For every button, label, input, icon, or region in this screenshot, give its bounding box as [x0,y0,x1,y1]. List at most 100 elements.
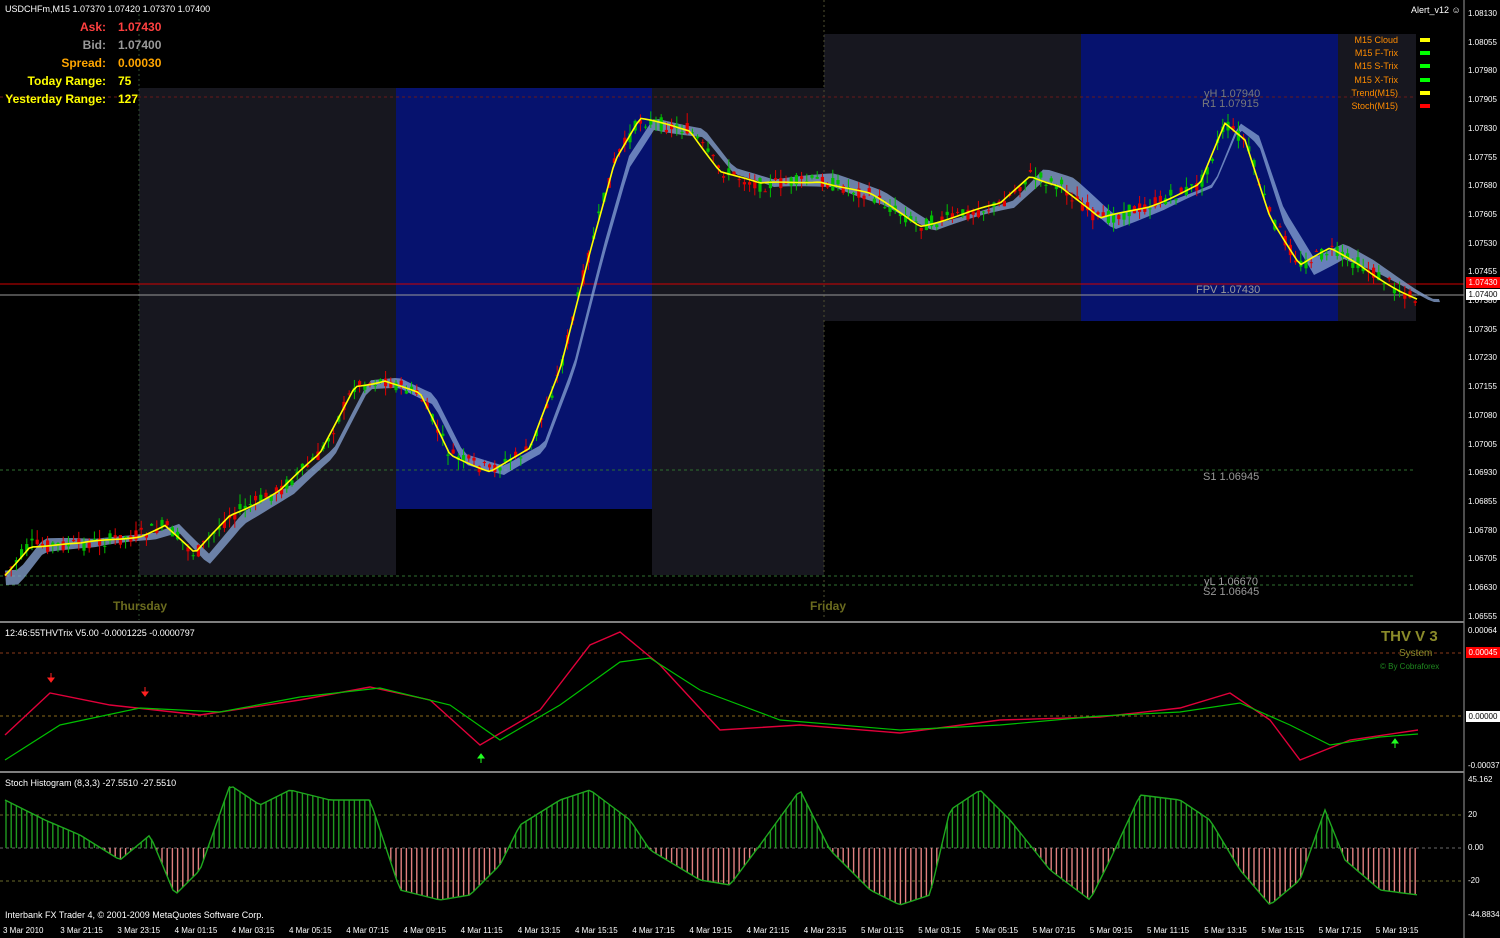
candle-body [836,180,840,185]
candle-body [358,381,362,386]
candle-body [1190,184,1194,186]
brand-credit: © By Cobraforex [1380,662,1440,671]
candle-body [1158,195,1162,202]
trix-fast-line [4,631,1419,761]
candle-body [30,538,34,541]
session-background [652,88,824,575]
candle-body [982,211,986,213]
candle-body [1174,198,1178,201]
spread-label: Spread: [61,56,106,70]
candle-body [1117,214,1121,220]
time-axis-label: 5 Mar 03:15 [918,926,961,935]
candle-body [72,539,76,542]
legend-item: M15 S-Trix [1340,61,1430,74]
legend-item: Trend(M15) [1340,88,1430,101]
legend-item: M15 X-Trix [1340,75,1430,88]
candle-body [1070,200,1074,202]
spread-value: 0.00030 [118,56,162,70]
time-axis-label: 5 Mar 19:15 [1375,926,1419,935]
candle-body [467,455,471,459]
level-fpv-label: FPV 1.07430 [1196,284,1261,296]
candle-body [737,179,741,181]
level-s2-label: S2 1.06645 [1203,586,1260,598]
candle-body [644,126,648,128]
price-axis-label: 1.07005 [1468,439,1497,449]
stoch-pane-header: Stoch Histogram (8,3,3) -27.5510 -27.551… [5,778,177,788]
time-axis-label: 5 Mar 15:15 [1261,926,1305,935]
candle-body [852,192,856,195]
price-axis-label: 1.07080 [1468,410,1497,420]
stoch-axis-label: 20 [1468,810,1477,819]
price-axis-label: 1.06555 [1468,611,1497,621]
candle-body [1330,245,1334,247]
candle-body [1169,189,1173,196]
price-axis-label: 1.06855 [1468,496,1497,506]
bid-value: 1.07400 [118,38,162,52]
session-background [1081,34,1338,321]
legend-item: M15 F-Trix [1340,48,1430,61]
legend-swatch [1420,104,1430,108]
price-axis-label: 1.08055 [1468,37,1497,47]
time-axis-label: 4 Mar 15:15 [575,926,618,935]
candle-body [680,131,684,134]
stoch-axis-label: -20 [1468,876,1480,885]
time-axis-label: 5 Mar 09:15 [1089,926,1133,935]
candle-body [498,467,502,471]
day-label-friday: Friday [810,599,847,613]
session-background [396,88,652,509]
time-axis-label: 4 Mar 13:15 [517,926,561,935]
candle-body [1002,200,1006,207]
smiley-icon: ☺ [1451,5,1461,15]
candle-body [779,177,783,189]
time-axis-label: 4 Mar 05:15 [289,926,332,935]
price-axis-label: 1.08130 [1468,9,1497,18]
candle-body [664,129,668,133]
price-axis-label: 1.06630 [1468,583,1497,592]
time-axis-label: 4 Mar 03:15 [231,926,275,935]
candle-body [956,211,960,213]
price-axis-label: 1.07980 [1468,66,1497,76]
candle-body [1138,203,1142,212]
chart-canvas[interactable] [0,0,1500,938]
legend-swatch [1420,64,1430,68]
candle-body [191,555,195,557]
candle-body [160,519,164,527]
indicator-name: Alert_v12 ☺ [1411,5,1461,15]
candle-body [40,543,44,546]
price-axis-label: 1.07605 [1468,209,1497,219]
candle-body [722,176,726,178]
time-axis-label: 4 Mar 09:15 [403,926,447,935]
pane-separator[interactable] [0,771,1464,773]
signal-arrow-icon [1391,738,1399,748]
candle-body [919,227,923,231]
time-axis-label: 5 Mar 07:15 [1032,926,1076,935]
candle-body [753,181,757,189]
price-axis-label: 1.06780 [1468,525,1497,535]
candle-body [87,542,91,549]
trix-zero-tag: 0.00000 [1466,711,1500,722]
candle-body [945,211,949,216]
time-axis-label: 4 Mar 23:15 [803,926,847,935]
candle-body [1018,187,1022,192]
candle-body [332,433,336,435]
legend-label: M15 S-Trix [1354,61,1398,71]
candle-body [763,191,767,193]
legend-swatch [1420,51,1430,55]
pane-separator[interactable] [0,621,1464,623]
today-range-label: Today Range: [27,74,106,88]
yesterday-range-label: Yesterday Range: [5,92,106,106]
candle-body [1325,253,1329,256]
candle-body [238,504,242,510]
time-axis-label: 3 Mar 23:15 [117,926,161,935]
candle-body [1210,158,1214,161]
time-axis-label: 4 Mar 11:15 [460,926,503,935]
candle-body [748,182,752,185]
time-axis-label: 4 Mar 01:15 [174,926,218,935]
stoch-signal-line [4,786,1418,906]
time-axis-label: 4 Mar 07:15 [346,926,389,935]
candle-body [61,541,65,551]
candle-body [685,123,689,134]
price-axis-label: 1.07380 [1468,296,1497,305]
candle-body [56,542,60,544]
legend-label: M15 F-Trix [1354,48,1398,58]
